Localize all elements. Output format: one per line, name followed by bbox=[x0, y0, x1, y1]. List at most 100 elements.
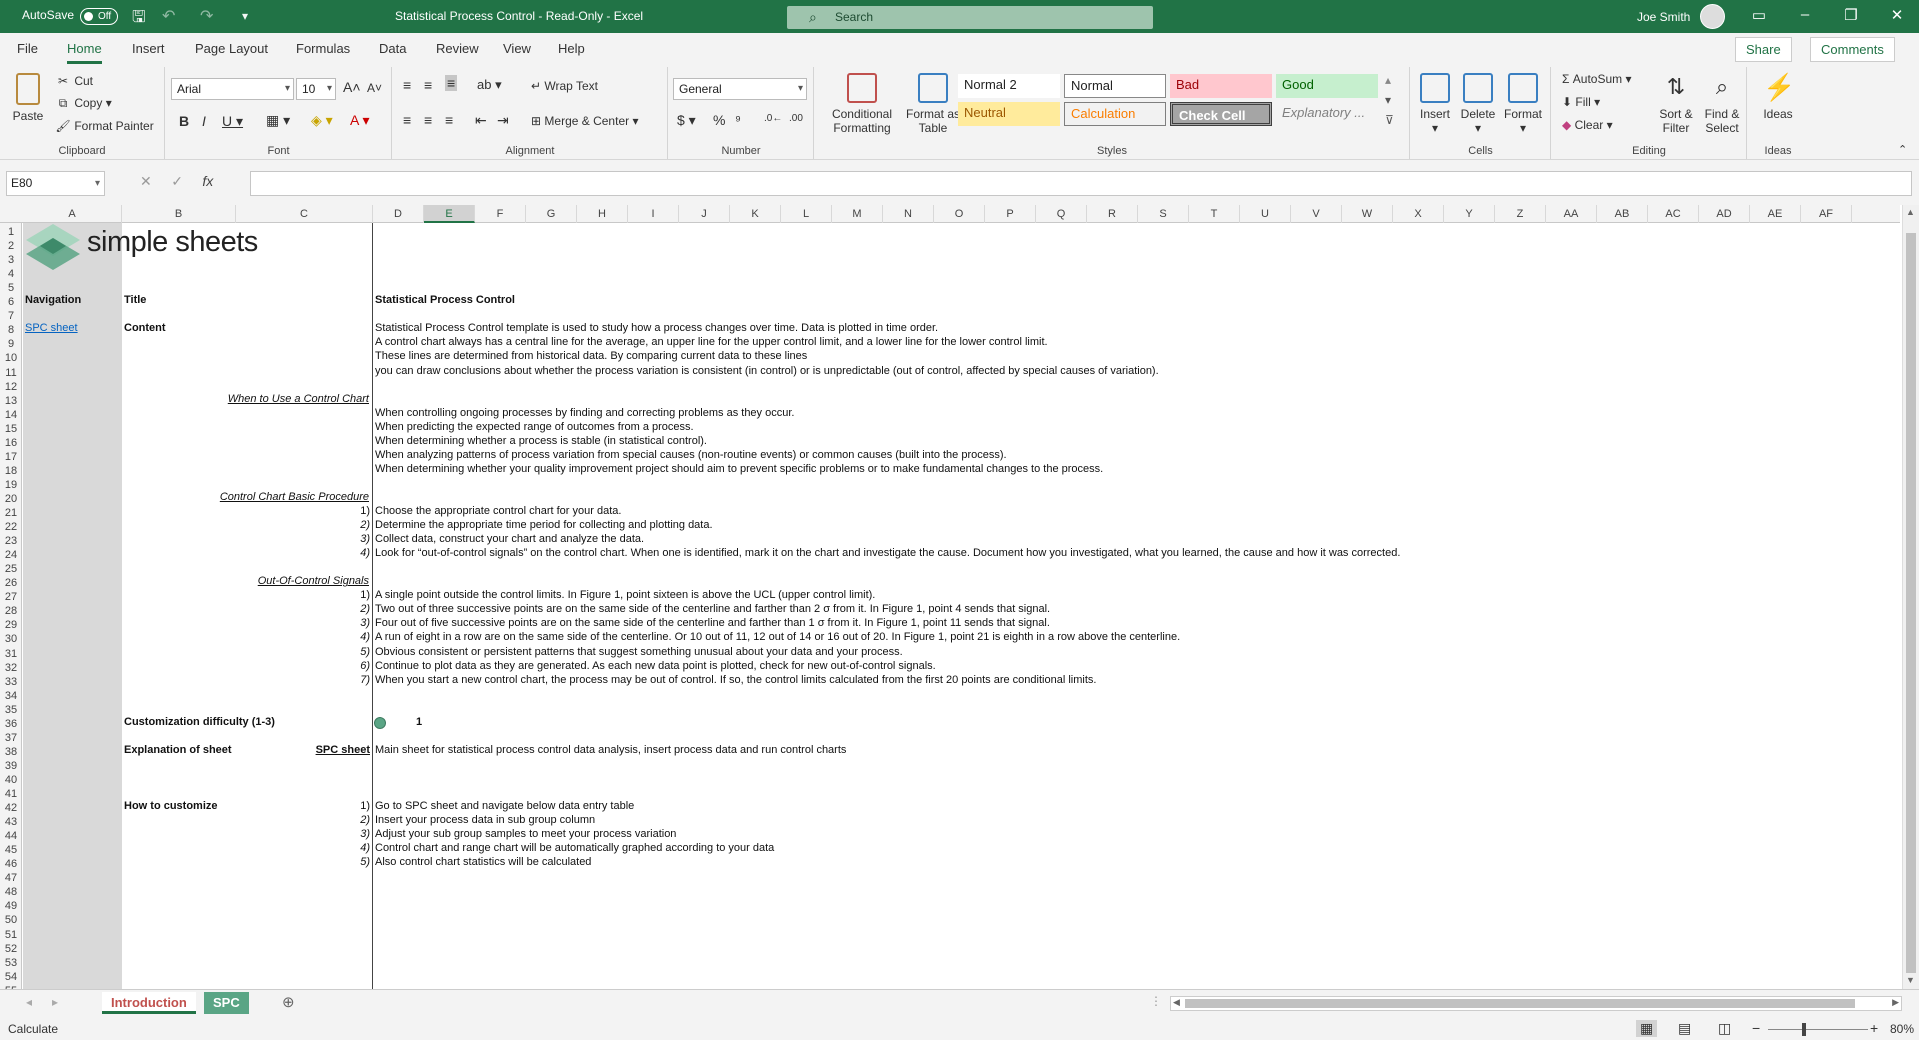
column-header[interactable]: P bbox=[985, 205, 1036, 223]
style-normal-2[interactable]: Normal 2 bbox=[958, 74, 1060, 98]
zoom-level[interactable]: 80% bbox=[1890, 1022, 1914, 1036]
font-name-select[interactable]: Arial bbox=[171, 78, 294, 100]
font-color-icon[interactable]: A ▾ bbox=[350, 112, 369, 129]
align-center-icon[interactable]: ≡ bbox=[424, 112, 432, 128]
explanation-link[interactable]: SPC sheet bbox=[316, 744, 370, 756]
row-header[interactable]: 19 bbox=[0, 478, 22, 492]
column-header[interactable]: K bbox=[730, 205, 781, 223]
style-bad[interactable]: Bad bbox=[1170, 74, 1272, 98]
column-header[interactable]: H bbox=[577, 205, 628, 223]
fill-color-icon[interactable]: ◈ ▾ bbox=[311, 112, 333, 129]
row-header[interactable]: 12 bbox=[0, 380, 22, 394]
autosum-button[interactable]: Σ AutoSum ▾ bbox=[1562, 72, 1631, 86]
column-header[interactable]: S bbox=[1138, 205, 1189, 223]
column-header[interactable]: AE bbox=[1750, 205, 1801, 223]
column-header[interactable]: Q bbox=[1036, 205, 1087, 223]
scroll-down-icon[interactable]: ▼ bbox=[1906, 975, 1915, 985]
row-header[interactable]: 16 bbox=[0, 436, 22, 450]
row-header[interactable]: 14 bbox=[0, 408, 22, 422]
row-header[interactable]: 34 bbox=[0, 689, 22, 703]
comma-icon[interactable]: ⁹ bbox=[735, 112, 741, 128]
add-sheet-icon[interactable]: ⊕ bbox=[282, 993, 295, 1011]
scroll-up-icon[interactable]: ▲ bbox=[1906, 207, 1915, 217]
sort-filter-button[interactable]: ⇅ Sort & Filter bbox=[1654, 73, 1698, 135]
column-header[interactable]: R bbox=[1087, 205, 1138, 223]
tab-data[interactable]: Data bbox=[379, 41, 406, 56]
number-format-select[interactable]: General bbox=[673, 78, 807, 100]
column-header[interactable]: G bbox=[526, 205, 577, 223]
tab-formulas[interactable]: Formulas bbox=[296, 41, 350, 56]
row-header[interactable]: 2 bbox=[0, 239, 22, 253]
row-header[interactable]: 28 bbox=[0, 604, 22, 618]
format-painter-button[interactable]: 🖌 Format Painter bbox=[55, 119, 153, 133]
share-button[interactable]: Share bbox=[1735, 37, 1792, 62]
column-header[interactable]: N bbox=[883, 205, 934, 223]
row-header[interactable]: 48 bbox=[0, 885, 22, 899]
row-header[interactable]: 53 bbox=[0, 956, 22, 970]
style-normal[interactable]: Normal bbox=[1064, 74, 1166, 98]
align-middle-icon[interactable]: ≡ bbox=[424, 77, 432, 93]
row-header[interactable]: 41 bbox=[0, 787, 22, 801]
wrap-text-button[interactable]: ↵ Wrap Text bbox=[531, 79, 598, 93]
format-as-table-button[interactable]: Format as Table bbox=[905, 73, 961, 135]
tab-help[interactable]: Help bbox=[558, 41, 585, 56]
scroll-thumb[interactable] bbox=[1906, 233, 1916, 973]
column-header[interactable]: X bbox=[1393, 205, 1444, 223]
column-header[interactable]: U bbox=[1240, 205, 1291, 223]
user-name[interactable]: Joe Smith bbox=[1637, 10, 1690, 24]
row-header[interactable]: 8 bbox=[0, 323, 22, 337]
row-header[interactable]: 46 bbox=[0, 857, 22, 871]
row-header[interactable]: 35 bbox=[0, 703, 22, 717]
row-header[interactable]: 10 bbox=[0, 351, 22, 365]
increase-decimal-icon[interactable]: .0← bbox=[764, 113, 782, 124]
delete-cells-button[interactable]: Delete ▾ bbox=[1458, 73, 1498, 135]
align-top-icon[interactable]: ≡ bbox=[403, 77, 411, 93]
align-left-icon[interactable]: ≡ bbox=[403, 112, 411, 128]
paste-button[interactable]: Paste bbox=[8, 73, 48, 123]
row-header[interactable]: 7 bbox=[0, 309, 22, 323]
zoom-in-icon[interactable]: + bbox=[1870, 1020, 1878, 1036]
sheet-tab-spc[interactable]: SPC bbox=[204, 992, 249, 1014]
row-header[interactable]: 26 bbox=[0, 576, 22, 590]
row-header[interactable]: 27 bbox=[0, 590, 22, 604]
column-header[interactable]: Z bbox=[1495, 205, 1546, 223]
customize-qat-icon[interactable]: ▾ bbox=[242, 9, 248, 23]
align-bottom-icon[interactable]: ≡ bbox=[445, 75, 458, 91]
enter-icon[interactable]: ✓ bbox=[171, 173, 183, 189]
row-header[interactable]: 17 bbox=[0, 450, 22, 464]
italic-icon[interactable]: I bbox=[202, 113, 206, 129]
zoom-out-icon[interactable]: − bbox=[1752, 1020, 1760, 1036]
row-header[interactable]: 25 bbox=[0, 562, 22, 576]
page-break-view-icon[interactable]: ◫ bbox=[1718, 1020, 1731, 1037]
find-select-button[interactable]: ⌕ Find & Select bbox=[1700, 73, 1744, 135]
row-header[interactable]: 30 bbox=[0, 632, 22, 646]
row-header[interactable]: 31 bbox=[0, 647, 22, 661]
percent-icon[interactable]: % bbox=[713, 112, 725, 128]
currency-icon[interactable]: $ ▾ bbox=[677, 112, 696, 129]
scroll-right-icon[interactable]: ▶ bbox=[1892, 997, 1899, 1008]
row-header[interactable]: 15 bbox=[0, 422, 22, 436]
column-header[interactable]: A bbox=[23, 205, 122, 223]
row-header[interactable]: 32 bbox=[0, 661, 22, 675]
row-header[interactable]: 43 bbox=[0, 815, 22, 829]
tab-view[interactable]: View bbox=[503, 41, 531, 56]
orientation-icon[interactable]: ab ▾ bbox=[477, 77, 502, 93]
conditional-formatting-button[interactable]: Conditional Formatting bbox=[827, 73, 897, 135]
row-header[interactable]: 50 bbox=[0, 913, 22, 927]
row-header[interactable]: 33 bbox=[0, 675, 22, 689]
name-box[interactable]: E80 bbox=[6, 171, 105, 196]
row-header[interactable]: 22 bbox=[0, 520, 22, 534]
prev-sheet-icon[interactable]: ◂ bbox=[26, 995, 32, 1009]
next-sheet-icon[interactable]: ▸ bbox=[52, 995, 58, 1009]
column-header[interactable]: AD bbox=[1699, 205, 1750, 223]
row-header[interactable]: 23 bbox=[0, 534, 22, 548]
column-header[interactable]: AA bbox=[1546, 205, 1597, 223]
row-header[interactable]: 54 bbox=[0, 970, 22, 984]
normal-view-icon[interactable]: ▦ bbox=[1636, 1020, 1658, 1037]
nav-link-spc-sheet[interactable]: SPC sheet bbox=[25, 322, 78, 334]
vertical-scrollbar[interactable]: ▲ ▼ bbox=[1902, 205, 1919, 989]
style-check-cell[interactable]: Check Cell bbox=[1170, 102, 1272, 126]
tab-file[interactable]: File bbox=[17, 41, 38, 56]
row-header[interactable]: 52 bbox=[0, 942, 22, 956]
worksheet-grid[interactable]: A B C D E F G H I J K L M N O P Q R S T U V W X Y Z AA AB AC AD AE AF 1… bbox=[0, 205, 1919, 989]
